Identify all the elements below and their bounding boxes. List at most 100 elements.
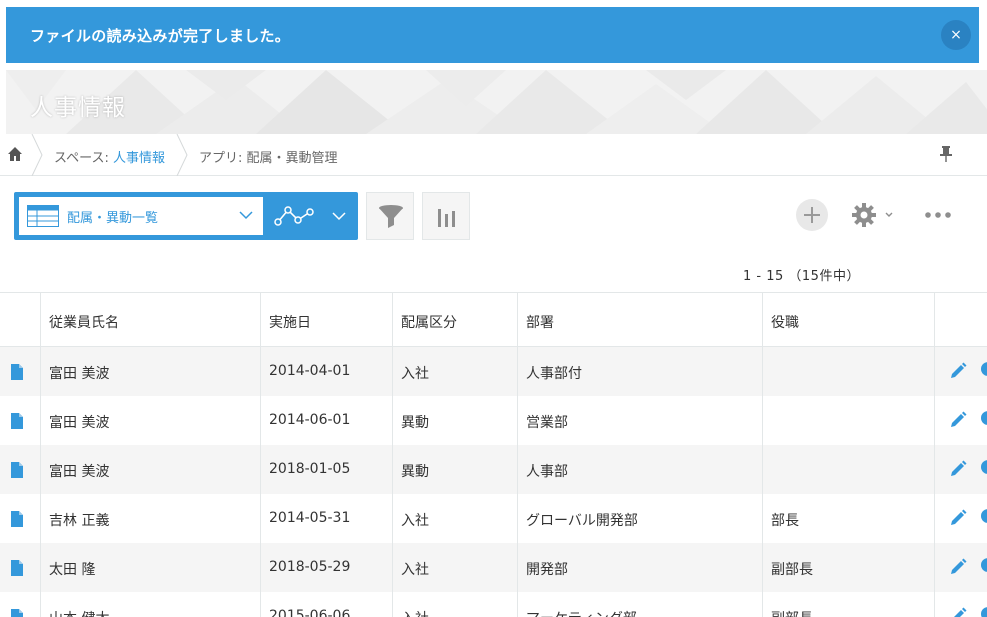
table-cell: 入社 [393, 592, 518, 617]
pencil-icon[interactable] [949, 509, 967, 527]
table-cell: 2014-04-01 [261, 347, 393, 396]
table-cell: 2014-05-31 [261, 494, 393, 543]
row-actions [935, 445, 987, 494]
table-row[interactable]: 太田 隆 2018-05-29 入社 開発部 副部長 [0, 543, 987, 592]
column-header[interactable]: 従業員氏名 [41, 293, 261, 346]
row-actions [935, 494, 987, 543]
table-cell: 富田 美波 [41, 396, 261, 445]
breadcrumb-space-prefix: スペース: [54, 151, 113, 166]
table-row[interactable]: 山本 健太2015-06-06入社マーケティング部副部長 [0, 592, 987, 617]
filter-icon [379, 205, 403, 228]
table-cell [763, 445, 935, 494]
table-cell: 異動 [393, 396, 518, 445]
record-link-cell [0, 445, 41, 494]
table-cell: 富田 美波 [41, 445, 261, 494]
table-cell: 入社 [393, 543, 518, 592]
view-selector: 配属・異動一覧 [14, 192, 266, 240]
table-cell: 異動 [393, 445, 518, 494]
pin-icon[interactable] [938, 145, 954, 163]
table-cell: 入社 [393, 494, 518, 543]
breadcrumb-separator [31, 134, 43, 176]
table-cell: 開発部 [518, 543, 763, 592]
record-link-cell [0, 396, 41, 445]
document-icon[interactable] [11, 364, 23, 380]
graph-button[interactable] [266, 192, 358, 240]
filter-button[interactable] [366, 192, 414, 240]
table-row[interactable]: 富田 美波 2014-04-01 入社 人事部付 [0, 347, 987, 396]
document-icon[interactable] [11, 560, 23, 576]
delete-icon[interactable] [981, 607, 987, 617]
table-cell [763, 347, 935, 396]
pencil-icon[interactable] [949, 607, 967, 617]
notification-message: ファイルの読み込みが完了しました。 [30, 27, 291, 45]
column-header[interactable]: 実施日 [261, 293, 393, 346]
document-icon[interactable] [11, 462, 23, 478]
space-title: 人事情報 [30, 95, 126, 121]
breadcrumb-app-prefix: アプリ: [199, 151, 247, 166]
row-actions [935, 543, 987, 592]
table-row[interactable]: 吉林 正義 2014-05-31 入社 グローバル開発部 部長 [0, 494, 987, 543]
row-actions [935, 396, 987, 445]
breadcrumb-space: スペース: 人事情報 [54, 147, 165, 166]
delete-icon[interactable] [981, 362, 987, 376]
pencil-icon[interactable] [949, 558, 967, 576]
plus-icon [804, 207, 820, 223]
table-cell: 人事部付 [518, 347, 763, 396]
delete-icon[interactable] [981, 558, 987, 572]
chevron-down-icon [239, 211, 253, 220]
column-header[interactable]: 役職 [763, 293, 935, 346]
document-icon[interactable] [11, 413, 23, 429]
pencil-icon[interactable] [949, 460, 967, 478]
notification-close-button[interactable]: × [941, 20, 971, 50]
notification-bar: ファイルの読み込みが完了しました。 × [6, 7, 979, 63]
delete-icon[interactable] [981, 509, 987, 523]
breadcrumb-separator [176, 134, 188, 176]
table-header: 従業員氏名 実施日 配属区分 部署 役職 [0, 292, 987, 347]
delete-icon[interactable] [981, 460, 987, 474]
record-link-cell [0, 543, 41, 592]
table-row[interactable]: 富田 美波 2014-06-01 異動 営業部 [0, 396, 987, 445]
table-cell: 副部長 [763, 592, 935, 617]
table-row[interactable]: 富田 美波 2018-01-05 異動 人事部 [0, 445, 987, 494]
breadcrumb-app-name: 配属・異動管理 [246, 151, 338, 166]
bar-chart-icon [438, 209, 455, 227]
breadcrumb-space-link[interactable]: 人事情報 [113, 151, 165, 166]
row-actions [935, 347, 987, 396]
record-link-cell [0, 592, 41, 617]
more-options-button[interactable] [924, 208, 952, 226]
table-cell: マーケティング部 [518, 592, 763, 617]
view-dropdown[interactable]: 配属・異動一覧 [19, 197, 263, 235]
row-actions [935, 592, 987, 617]
table-cell [763, 396, 935, 445]
breadcrumb: スペース: 人事情報 アプリ: 配属・異動管理 [0, 134, 987, 176]
column-header[interactable]: 配属区分 [393, 293, 518, 346]
pagination-info: 1 - 15 （15件中） [743, 269, 860, 284]
column-header[interactable]: 部署 [518, 293, 763, 346]
table-cell: 入社 [393, 347, 518, 396]
banner-pattern [6, 70, 987, 134]
delete-icon[interactable] [981, 411, 987, 425]
table-cell: グローバル開発部 [518, 494, 763, 543]
table-cell: 2018-05-29 [261, 543, 393, 592]
table-cell: 山本 健太 [41, 592, 261, 617]
table-cell: 2018-01-05 [261, 445, 393, 494]
add-record-button[interactable] [796, 199, 828, 231]
pencil-icon[interactable] [949, 362, 967, 380]
document-icon[interactable] [11, 609, 23, 617]
table-cell: 太田 隆 [41, 543, 261, 592]
more-icon [925, 212, 951, 218]
settings-button[interactable] [852, 203, 896, 231]
gear-icon [852, 203, 893, 227]
record-link-cell [0, 347, 41, 396]
pencil-icon[interactable] [949, 411, 967, 429]
view-label: 配属・異動一覧 [67, 211, 159, 226]
space-header: 人事情報 [6, 70, 987, 134]
table-cell: 副部長 [763, 543, 935, 592]
document-icon[interactable] [11, 511, 23, 527]
chart-button[interactable] [422, 192, 470, 240]
header-icon-column [0, 293, 41, 346]
table-cell: 部長 [763, 494, 935, 543]
breadcrumb-app: アプリ: 配属・異動管理 [199, 147, 338, 166]
table-cell: 人事部 [518, 445, 763, 494]
home-icon[interactable] [7, 146, 23, 162]
